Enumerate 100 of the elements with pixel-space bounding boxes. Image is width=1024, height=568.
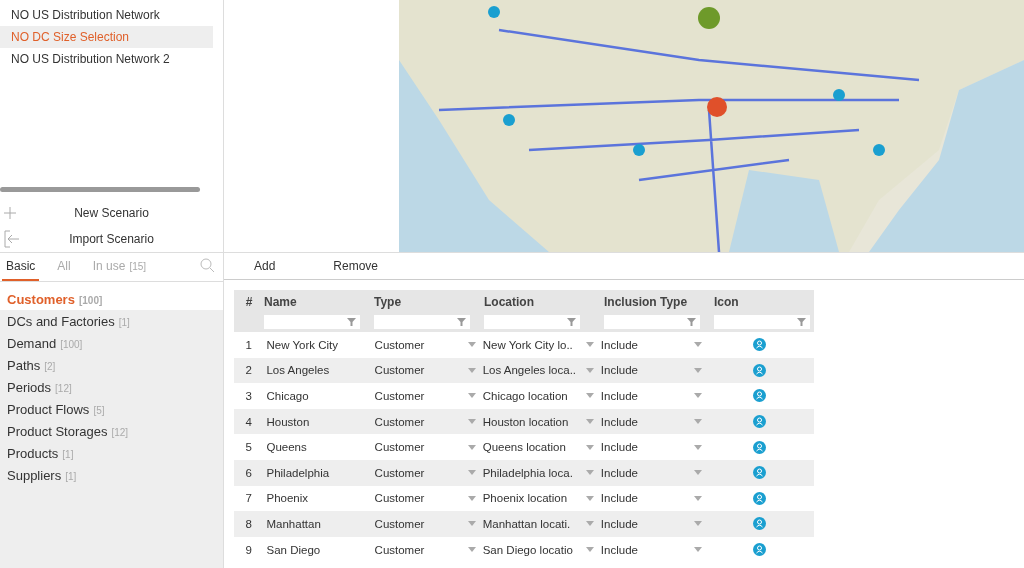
table-cell: New York City bbox=[266, 338, 339, 351]
caret-icon[interactable] bbox=[467, 470, 476, 476]
toolbar-button[interactable]: Remove bbox=[333, 259, 379, 273]
import-icon bbox=[4, 230, 20, 248]
caret-icon[interactable] bbox=[467, 495, 476, 501]
caret-icon[interactable] bbox=[467, 444, 476, 450]
caret-icon[interactable] bbox=[693, 444, 702, 450]
table-cell: Customer bbox=[374, 441, 425, 454]
category-item[interactable]: Customers [100] bbox=[0, 288, 223, 310]
column-header: Location bbox=[484, 295, 535, 309]
table-cell: Queens location bbox=[482, 441, 566, 454]
toolbar-button[interactable]: Add bbox=[254, 259, 276, 273]
table-cell: Chicago bbox=[266, 390, 309, 402]
table-cell: Houston bbox=[266, 415, 310, 428]
table-cell: Phoenix location bbox=[482, 492, 568, 505]
person-icon bbox=[753, 363, 767, 377]
category-item[interactable]: Product Flows [5] bbox=[0, 398, 223, 420]
caret-icon[interactable] bbox=[467, 521, 476, 527]
table-cell: Los Angeles bbox=[266, 364, 330, 377]
scrollbar[interactable] bbox=[0, 187, 200, 192]
filter-field[interactable] bbox=[484, 315, 580, 329]
table-cell: Chicago location bbox=[482, 390, 568, 402]
caret-icon[interactable] bbox=[585, 547, 594, 553]
scenario-item[interactable]: NO US Distribution Network 2 bbox=[0, 48, 213, 70]
table-cell: Los Angeles loca.. bbox=[482, 364, 577, 377]
category-item[interactable]: Product Storages [12] bbox=[0, 420, 223, 442]
table-cell: Include bbox=[600, 543, 638, 556]
caret-icon[interactable] bbox=[467, 367, 476, 373]
category-item[interactable]: DCs and Factories [1] bbox=[0, 310, 223, 332]
person-icon bbox=[753, 440, 767, 454]
caret-icon[interactable] bbox=[585, 495, 594, 501]
caret-icon[interactable] bbox=[467, 419, 476, 425]
table-cell: 7 bbox=[245, 492, 252, 505]
search-icon[interactable] bbox=[200, 258, 215, 273]
scenario-item[interactable]: NO US Distribution Network bbox=[0, 4, 213, 26]
caret-icon[interactable] bbox=[585, 444, 594, 450]
person-icon bbox=[753, 389, 767, 403]
person-icon bbox=[753, 491, 767, 505]
caret-icon[interactable] bbox=[585, 342, 594, 348]
caret-icon[interactable] bbox=[467, 547, 476, 553]
filter-tab[interactable]: Basic bbox=[2, 253, 40, 281]
caret-icon[interactable] bbox=[467, 393, 476, 399]
person-icon bbox=[753, 338, 767, 352]
table-cell: New York City lo.. bbox=[482, 338, 573, 351]
person-icon bbox=[753, 543, 767, 557]
filter-icon bbox=[687, 318, 696, 326]
caret-icon[interactable] bbox=[693, 495, 702, 501]
category-item[interactable]: Periods [12] bbox=[0, 376, 223, 398]
table-cell: Include bbox=[600, 415, 638, 428]
table-cell: Manhattan bbox=[266, 517, 321, 530]
table-cell: Queens bbox=[266, 441, 307, 454]
table-cell: Customer bbox=[374, 517, 425, 530]
category-item[interactable]: Demand [100] bbox=[0, 332, 223, 354]
column-header: Inclusion Type bbox=[604, 295, 689, 309]
table-cell: Phoenix bbox=[266, 492, 309, 505]
filter-icon bbox=[347, 318, 356, 326]
table-cell: 1 bbox=[245, 338, 252, 351]
column-header: Type bbox=[374, 295, 403, 309]
caret-icon[interactable] bbox=[585, 470, 594, 476]
table-cell: Include bbox=[600, 338, 638, 351]
filter-icon bbox=[457, 318, 466, 326]
table-cell: Customer bbox=[374, 338, 425, 351]
scenario-action-button[interactable]: New Scenario bbox=[74, 206, 149, 220]
person-icon bbox=[753, 415, 767, 429]
filter-field[interactable] bbox=[604, 315, 700, 329]
table-cell: Philadelphia loca. bbox=[482, 466, 573, 479]
category-item[interactable]: Products [1] bbox=[0, 442, 223, 464]
person-icon bbox=[753, 466, 767, 480]
caret-icon[interactable] bbox=[693, 342, 702, 348]
table-cell: Include bbox=[600, 466, 638, 479]
table-cell: Customer bbox=[374, 415, 425, 428]
caret-icon[interactable] bbox=[693, 547, 702, 553]
filter-icon bbox=[567, 318, 576, 326]
category-item[interactable]: Paths [2] bbox=[0, 354, 223, 376]
filter-field[interactable] bbox=[374, 315, 470, 329]
caret-icon[interactable] bbox=[585, 419, 594, 425]
table-cell: Include bbox=[600, 517, 638, 530]
caret-icon[interactable] bbox=[693, 470, 702, 476]
caret-icon[interactable] bbox=[467, 342, 476, 348]
caret-icon[interactable] bbox=[693, 367, 702, 373]
caret-icon[interactable] bbox=[585, 393, 594, 399]
caret-icon[interactable] bbox=[585, 521, 594, 527]
table-cell: Customer bbox=[374, 543, 425, 556]
scenario-action-button[interactable]: Import Scenario bbox=[69, 232, 154, 246]
column-header: Icon bbox=[714, 295, 740, 309]
filter-icon bbox=[797, 318, 806, 326]
table-cell: 3 bbox=[245, 390, 252, 402]
filter-field[interactable] bbox=[264, 315, 360, 329]
caret-icon[interactable] bbox=[693, 521, 702, 527]
caret-icon[interactable] bbox=[585, 367, 594, 373]
table-cell: 6 bbox=[245, 466, 252, 479]
category-item[interactable]: Suppliers [1] bbox=[0, 464, 223, 486]
person-icon bbox=[753, 517, 767, 531]
table-cell: 2 bbox=[245, 364, 252, 377]
caret-icon[interactable] bbox=[693, 393, 702, 399]
table-cell: 5 bbox=[245, 441, 252, 454]
caret-icon[interactable] bbox=[693, 419, 702, 425]
table-cell: San Diego bbox=[266, 543, 321, 556]
table-cell: Include bbox=[600, 441, 638, 454]
filter-field[interactable] bbox=[714, 315, 810, 329]
